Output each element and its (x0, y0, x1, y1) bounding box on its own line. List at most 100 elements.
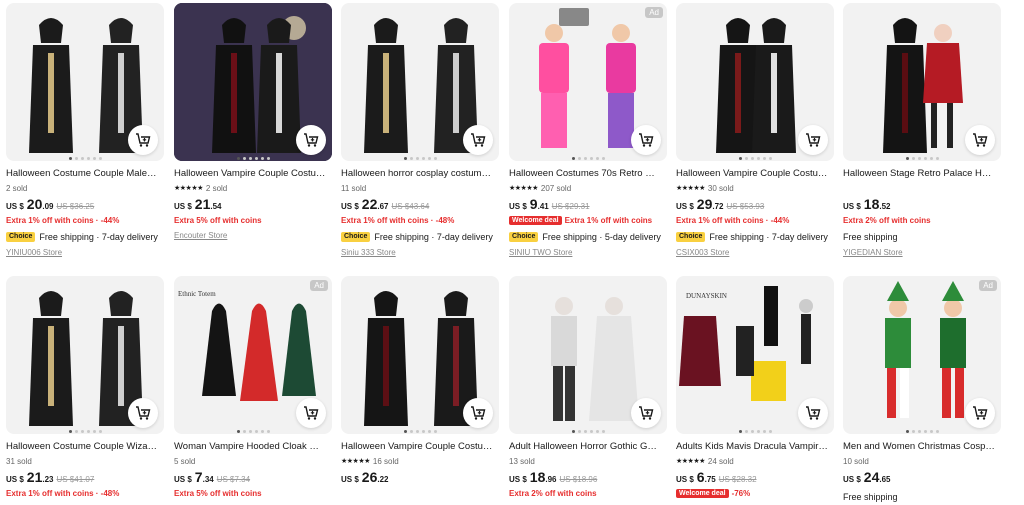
product-card[interactable]: Halloween Costume Couple Wizard ... 31 s… (6, 276, 164, 498)
add-to-cart-button[interactable] (463, 398, 493, 428)
product-title[interactable]: Halloween Vampire Couple Costum... (676, 168, 828, 180)
ad-badge: Ad (645, 7, 663, 18)
add-to-cart-button[interactable] (631, 125, 661, 155)
price: US $ 9 .41 US $29.31 (509, 196, 667, 212)
image-carousel-dots[interactable] (341, 430, 499, 433)
add-to-cart-button[interactable] (798, 125, 828, 155)
add-to-cart-button[interactable] (965, 125, 995, 155)
product-title[interactable]: Adults Kids Mavis Dracula Vampire ... (676, 441, 828, 453)
product-image[interactable] (341, 3, 499, 161)
sold-count: 10 sold (843, 456, 869, 466)
product-title[interactable]: Halloween Costume Couple Male Wi... (6, 168, 158, 180)
price: US $ 6 .75 US $28.32 (676, 469, 834, 485)
product-card[interactable]: DUNAYSKIN Adults Kids Mavis Dracula Vamp… (676, 276, 834, 498)
shipping-text: Free shipping · 7-day delivery (709, 231, 828, 242)
price-currency: US $ (174, 475, 192, 484)
product-title[interactable]: Halloween Vampire Couple Costum... (174, 168, 326, 180)
add-to-cart-button[interactable] (296, 125, 326, 155)
promo-text: Extra 1% off with coins · -44% (676, 215, 790, 225)
product-card[interactable]: Halloween Costume Couple Male Wi... 2 so… (6, 3, 164, 258)
shipping-info: Choice Free shipping · 7-day delivery (676, 231, 834, 242)
product-title[interactable]: Men and Women Christmas Cospla... (843, 441, 995, 453)
store-link[interactable]: SINIU TWO Store (509, 248, 667, 258)
price-decimal: .72 (712, 202, 724, 211)
store-link[interactable]: YIGEDIAN Store (843, 248, 1001, 258)
image-carousel-dots[interactable] (843, 157, 1001, 160)
product-image[interactable] (6, 276, 164, 434)
product-title[interactable]: Halloween Costumes 70s Retro Disc... (509, 168, 661, 180)
add-to-cart-button[interactable] (296, 398, 326, 428)
cart-icon (136, 133, 151, 147)
original-price: US $29.31 (551, 202, 590, 211)
add-to-cart-button[interactable] (965, 398, 995, 428)
product-title[interactable]: Adult Halloween Horror Gothic Gho... (509, 441, 661, 453)
rating-and-sales: ★★★★★ 2 sold (174, 183, 332, 193)
original-price: US $18.96 (559, 475, 598, 484)
image-carousel-dots[interactable] (6, 157, 164, 160)
product-image[interactable]: DUNAYSKIN (676, 276, 834, 434)
price: US $ 29 .72 US $53.93 (676, 196, 834, 212)
promo-line: Extra 2% off with coins (509, 488, 667, 498)
add-to-cart-button[interactable] (798, 398, 828, 428)
add-to-cart-button[interactable] (631, 398, 661, 428)
image-carousel-dots[interactable] (676, 157, 834, 160)
product-image[interactable]: Ethnic Totem Ad (174, 276, 332, 434)
add-to-cart-button[interactable] (463, 125, 493, 155)
product-card[interactable]: Halloween Stage Retro Palace Horro... US… (843, 3, 1001, 258)
ad-badge: Ad (979, 280, 997, 291)
price-decimal: .65 (879, 475, 891, 484)
product-image[interactable] (676, 3, 834, 161)
store-link[interactable]: YINIU006 Store (6, 248, 164, 258)
sold-count: 2 sold (205, 183, 228, 193)
image-carousel-dots[interactable] (843, 430, 1001, 433)
image-carousel-dots[interactable] (174, 157, 332, 160)
product-card[interactable]: Halloween Vampire Couple Costum... ★★★★★… (341, 276, 499, 485)
product-card[interactable]: Halloween Vampire Couple Costum... ★★★★★… (676, 3, 834, 258)
product-image[interactable] (843, 3, 1001, 161)
sold-count: 5 sold (174, 456, 196, 466)
product-title[interactable]: Halloween Costume Couple Wizard ... (6, 441, 158, 453)
image-carousel-dots[interactable] (676, 430, 834, 433)
product-image[interactable] (341, 276, 499, 434)
product-title[interactable]: Halloween horror cosplay costumes... (341, 168, 493, 180)
image-carousel-dots[interactable] (341, 157, 499, 160)
store-link[interactable]: Encouter Store (174, 231, 332, 241)
promo-text: Extra 2% off with coins (843, 215, 931, 225)
cart-icon (304, 406, 319, 420)
product-card[interactable]: Ad Men and Women Christmas Cospla... 10 … (843, 276, 1001, 502)
store-link[interactable]: Siniu 333 Store (341, 248, 499, 258)
add-to-cart-button[interactable] (128, 125, 158, 155)
image-carousel-dots[interactable] (174, 430, 332, 433)
add-to-cart-button[interactable] (128, 398, 158, 428)
product-card[interactable]: Ad Halloween Costumes 70s Retro Disc... … (509, 3, 667, 258)
product-title[interactable]: Halloween Vampire Couple Costum... (341, 441, 493, 453)
store-link[interactable]: CSIX003 Store (676, 248, 834, 258)
rating-and-sales: 13 sold (509, 456, 667, 466)
product-title[interactable]: Woman Vampire Hooded Cloak Wit... (174, 441, 326, 453)
product-image[interactable] (509, 276, 667, 434)
product-image[interactable] (174, 3, 332, 161)
image-carousel-dots[interactable] (6, 430, 164, 433)
product-image[interactable] (6, 3, 164, 161)
cart-icon (806, 133, 821, 147)
product-card[interactable]: Halloween Vampire Couple Costum... ★★★★★… (174, 3, 332, 241)
price: US $ 26 .22 (341, 469, 499, 485)
price-integer: 21 (194, 196, 211, 212)
product-title[interactable]: Halloween Stage Retro Palace Horro... (843, 168, 995, 180)
image-carousel-dots[interactable] (509, 157, 667, 160)
price: US $ 21 .23 US $41.07 (6, 469, 164, 485)
brand-watermark: Ethnic Totem (178, 290, 216, 298)
product-card[interactable]: Ethnic Totem Ad Woman Vampire Hooded Clo… (174, 276, 332, 498)
image-carousel-dots[interactable] (509, 430, 667, 433)
product-card[interactable]: Adult Halloween Horror Gothic Gho... 13 … (509, 276, 667, 498)
rating-and-sales: ★★★★★ 30 sold (676, 183, 834, 193)
price-integer: 9 (529, 196, 538, 212)
product-image[interactable]: Ad (843, 276, 1001, 434)
product-image[interactable]: Ad (509, 3, 667, 161)
original-price: US $7.34 (216, 475, 251, 484)
star-rating: ★★★★★ (174, 185, 203, 192)
price: US $ 24 .65 (843, 469, 1001, 485)
promo-line: Extra 1% off with coins · -48% (341, 215, 499, 225)
product-card[interactable]: Halloween horror cosplay costumes... 11 … (341, 3, 499, 258)
price-decimal: .96 (545, 475, 557, 484)
